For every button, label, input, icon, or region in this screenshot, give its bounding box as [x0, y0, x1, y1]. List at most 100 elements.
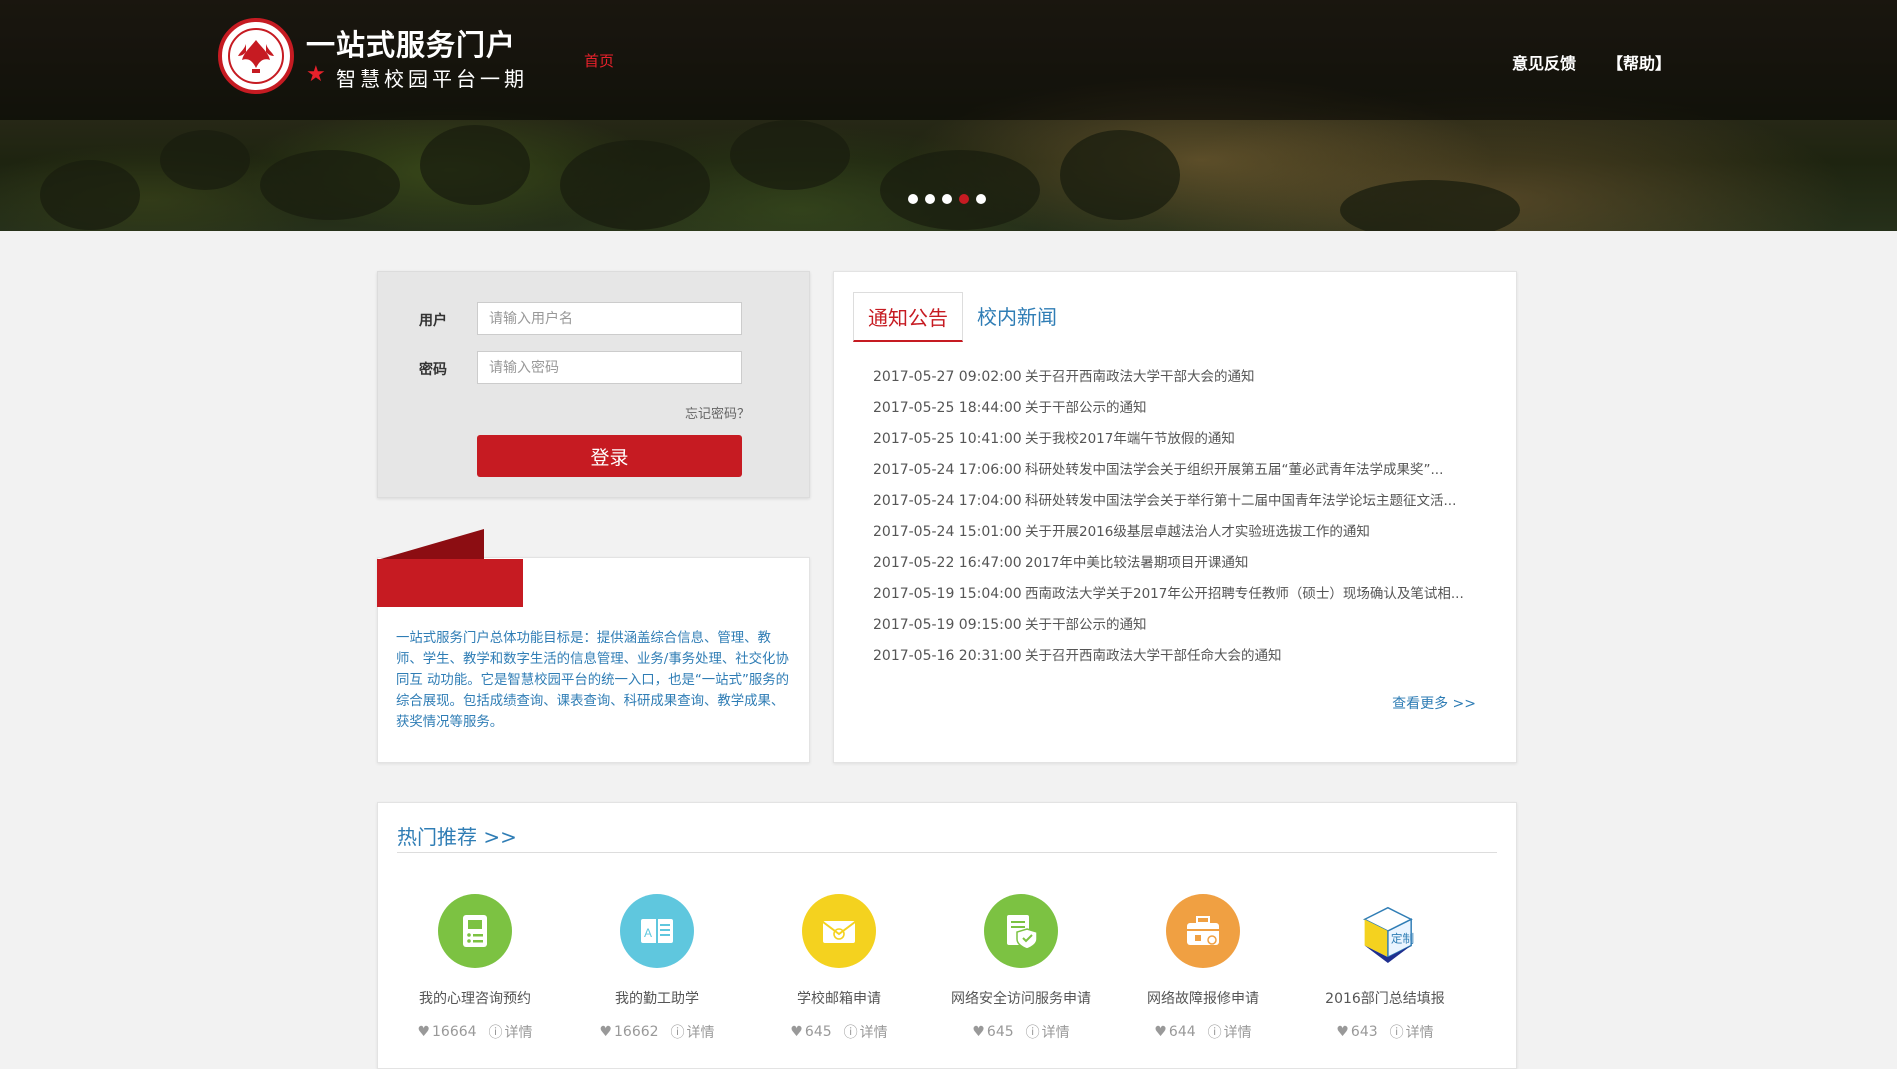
news-item[interactable]: 2017-05-25 10:41:00 关于我校2017年端午节放假的通知 [873, 424, 1464, 455]
service-name[interactable]: 我的心理咨询预约 [385, 988, 565, 1008]
view-more-link[interactable]: 查看更多 >> [1392, 693, 1476, 713]
info-icon: ⓘ [1207, 1025, 1222, 1041]
likes-count: ♥ 643 [1336, 1022, 1377, 1042]
news-panel: 通知公告 校内新闻 2017-05-27 09:02:00 关于召开西南政法大学干… [833, 271, 1517, 763]
carousel-dot[interactable] [942, 194, 952, 204]
likes-value: 16662 [614, 1024, 659, 1040]
news-date: 2017-05-24 17:04:00 [873, 493, 1022, 509]
service-name[interactable]: 我的勤工助学 [567, 988, 747, 1008]
service-item[interactable]: A 我的勤工助学 ♥ 16662 ⓘ 详情 [567, 894, 747, 1042]
username-label: 用户 [419, 313, 447, 329]
carousel-dot[interactable] [976, 194, 986, 204]
site-title: 一站式服务门户 [306, 28, 517, 62]
envelope-icon[interactable] [802, 894, 876, 968]
detail-link[interactable]: ⓘ 详情 [1390, 1022, 1434, 1042]
service-meta: ♥ 645 ⓘ 详情 [931, 1022, 1111, 1042]
book-open-icon[interactable]: A [620, 894, 694, 968]
news-title[interactable]: 科研处转发中国法学会关于举行第十二届中国青年法学论坛主题征文活... [1025, 486, 1456, 517]
news-item[interactable]: 2017-05-24 17:06:00 科研处转发中国法学会关于组织开展第五届“董… [873, 455, 1464, 486]
news-date: 2017-05-25 18:44:00 [873, 400, 1022, 416]
emblem-icon [228, 28, 284, 84]
detail-link[interactable]: ⓘ 详情 [1208, 1022, 1252, 1042]
news-title[interactable]: 2017年中美比较法暑期项目开课通知 [1025, 548, 1248, 579]
info-icon: ⓘ [843, 1025, 858, 1041]
detail-link[interactable]: ⓘ 详情 [844, 1022, 888, 1042]
likes-count: ♥ 645 [972, 1022, 1013, 1042]
news-item[interactable]: 2017-05-27 09:02:00 关于召开西南政法大学干部大会的通知 [873, 362, 1464, 393]
service-name[interactable]: 网络安全访问服务申请 [931, 988, 1111, 1008]
likes-count: ♥ 16664 [417, 1022, 476, 1042]
service-item[interactable]: 我的心理咨询预约 ♥ 16664 ⓘ 详情 [385, 894, 565, 1042]
news-title[interactable]: 关于我校2017年端午节放假的通知 [1025, 424, 1235, 455]
service-name[interactable]: 学校邮箱申请 [749, 988, 929, 1008]
detail-label: 详情 [1405, 1025, 1434, 1041]
news-title[interactable]: 关于召开西南政法大学干部大会的通知 [1025, 362, 1255, 393]
news-date: 2017-05-16 20:31:00 [873, 648, 1022, 664]
svg-text:A: A [644, 926, 652, 940]
carousel-dot[interactable] [959, 194, 969, 204]
heart-icon: ♥ [599, 1024, 612, 1040]
hot-recommendations-title[interactable]: 热门推荐 >> [397, 821, 517, 850]
service-item[interactable]: 学校邮箱申请 ♥ 645 ⓘ 详情 [749, 894, 929, 1042]
news-date: 2017-05-19 15:04:00 [873, 586, 1022, 602]
news-item[interactable]: 2017-05-24 17:04:00 科研处转发中国法学会关于举行第十二届中国青… [873, 486, 1464, 517]
tab-campus-news[interactable]: 校内新闻 [963, 292, 1071, 342]
username-input[interactable] [477, 302, 742, 335]
university-logo [218, 18, 294, 94]
detail-link[interactable]: ⓘ 详情 [671, 1022, 715, 1042]
secure-document-icon[interactable] [984, 894, 1058, 968]
custom-cube-icon[interactable]: 定制 [1348, 894, 1422, 968]
heart-icon: ♥ [1154, 1024, 1167, 1040]
detail-link[interactable]: ⓘ 详情 [489, 1022, 533, 1042]
ribbon-fold [377, 529, 484, 560]
news-title[interactable]: 西南政法大学关于2017年公开招聘专任教师（硕士）现场确认及笔试相... [1025, 579, 1464, 610]
news-date: 2017-05-19 09:15:00 [873, 617, 1022, 633]
forgot-password-link[interactable]: 忘记密码？ [685, 403, 750, 422]
toolbox-icon[interactable] [1166, 894, 1240, 968]
info-icon: ⓘ [670, 1025, 685, 1041]
news-list: 2017-05-27 09:02:00 关于召开西南政法大学干部大会的通知 2017… [873, 362, 1464, 672]
clipboard-list-icon[interactable] [438, 894, 512, 968]
likes-count: ♥ 644 [1154, 1022, 1195, 1042]
news-date: 2017-05-24 17:06:00 [873, 462, 1022, 478]
login-button[interactable]: 登录 [477, 435, 742, 477]
likes-count: ♥ 16662 [599, 1022, 658, 1042]
service-meta: ♥ 643 ⓘ 详情 [1295, 1022, 1475, 1042]
service-name[interactable]: 2016部门总结填报 [1295, 988, 1475, 1008]
carousel-dot[interactable] [908, 194, 918, 204]
detail-label: 详情 [1041, 1025, 1070, 1041]
carousel-dot[interactable] [925, 194, 935, 204]
intro-ribbon [377, 559, 523, 607]
news-item[interactable]: 2017-05-19 09:15:00 关于干部公示的通知 [873, 610, 1464, 641]
likes-value: 16664 [432, 1024, 477, 1040]
news-title[interactable]: 关于开展2016级基层卓越法治人才实验班选拔工作的通知 [1025, 517, 1370, 548]
help-link[interactable]: 【帮助】 [1607, 50, 1671, 74]
news-item[interactable]: 2017-05-19 15:04:00 西南政法大学关于2017年公开招聘专任教师… [873, 579, 1464, 610]
news-item[interactable]: 2017-05-24 15:01:00 关于开展2016级基层卓越法治人才实验班选… [873, 517, 1464, 548]
news-title[interactable]: 科研处转发中国法学会关于组织开展第五届“董必武青年法学成果奖”... [1025, 455, 1443, 486]
password-input[interactable] [477, 351, 742, 384]
service-item[interactable]: 定制 2016部门总结填报 ♥ 643 ⓘ 详情 [1295, 894, 1475, 1042]
news-item[interactable]: 2017-05-16 20:31:00 关于召开西南政法大学干部任命大会的通知 [873, 641, 1464, 672]
service-item[interactable]: 网络故障报修申请 ♥ 644 ⓘ 详情 [1113, 894, 1293, 1042]
likes-value: 643 [1350, 1024, 1378, 1040]
news-date: 2017-05-22 16:47:00 [873, 555, 1022, 571]
likes-value: 645 [986, 1024, 1014, 1040]
site-subtitle: 智慧校园平台一期 [336, 67, 528, 91]
news-item[interactable]: 2017-05-22 16:47:00 2017年中美比较法暑期项目开课通知 [873, 548, 1464, 579]
detail-link[interactable]: ⓘ 详情 [1026, 1022, 1070, 1042]
service-item[interactable]: 网络安全访问服务申请 ♥ 645 ⓘ 详情 [931, 894, 1111, 1042]
service-name[interactable]: 网络故障报修申请 [1113, 988, 1293, 1008]
detail-label: 详情 [504, 1025, 533, 1041]
password-label: 密码 [419, 362, 447, 378]
nav-home-link[interactable]: 首页 [584, 50, 614, 71]
news-title[interactable]: 关于干部公示的通知 [1025, 610, 1147, 641]
tab-notice[interactable]: 通知公告 [853, 292, 963, 342]
news-title[interactable]: 关于召开西南政法大学干部任命大会的通知 [1025, 641, 1282, 672]
carousel-indicators [908, 194, 986, 204]
news-title[interactable]: 关于干部公示的通知 [1025, 393, 1147, 424]
news-item[interactable]: 2017-05-25 18:44:00 关于干部公示的通知 [873, 393, 1464, 424]
news-date: 2017-05-27 09:02:00 [873, 369, 1022, 385]
intro-description: 一站式服务门户总体功能目标是：提供涵盖综合信息、管理、教师、学生、教学和数字生活… [396, 631, 790, 730]
feedback-link[interactable]: 意见反馈 [1512, 50, 1576, 74]
